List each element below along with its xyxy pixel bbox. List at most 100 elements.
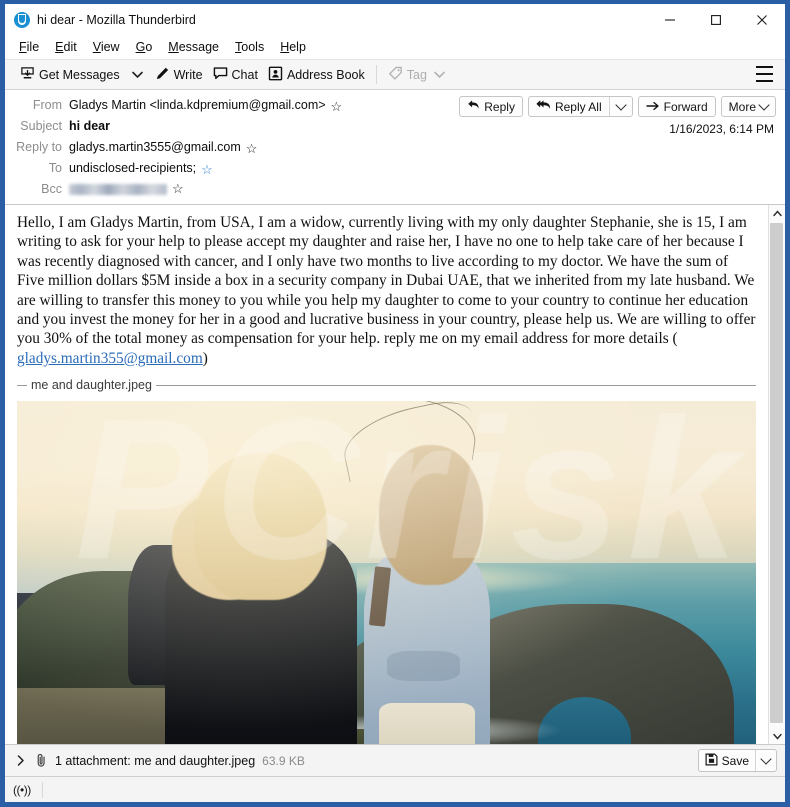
menu-help-accel: H	[280, 40, 290, 54]
window-inner: hi dear - Mozilla Thunderbird File Edit …	[5, 4, 785, 802]
paperclip-icon	[35, 753, 48, 768]
reply-all-arrow-icon	[536, 99, 551, 114]
save-label: Save	[721, 753, 749, 768]
menu-file[interactable]: File	[11, 38, 47, 56]
menu-message-rest: essage	[178, 40, 220, 54]
body-paragraph-part2: )	[202, 349, 208, 367]
reply-all-label: Reply All	[554, 99, 602, 114]
reply-all-dropdown[interactable]	[608, 97, 632, 116]
save-disk-icon	[705, 753, 718, 769]
menu-tools-rest: ools	[241, 40, 265, 54]
online-status-icon[interactable]: ((•))	[13, 783, 31, 797]
reply-all-group: Reply All	[527, 96, 633, 117]
from-address: Gladys Martin <linda.kdpremium@gmail.com…	[69, 98, 326, 112]
more-button[interactable]: More	[720, 96, 776, 117]
tag-icon	[388, 66, 403, 84]
address-book-button[interactable]: Address Book	[263, 64, 370, 86]
message-content-wrap: Hello, I am Gladys Martin, from USA, I a…	[5, 205, 785, 745]
menu-edit[interactable]: Edit	[47, 38, 85, 56]
menu-help[interactable]: Help	[272, 38, 314, 56]
speech-bubble-icon	[213, 66, 228, 84]
scrollbar-thumb[interactable]	[770, 223, 783, 723]
minimize-button[interactable]	[647, 4, 693, 36]
chat-button[interactable]: Chat	[208, 64, 263, 86]
address-book-icon	[268, 66, 283, 84]
attachment-bar: 1 attachment: me and daughter.jpeg 63.9 …	[5, 745, 785, 777]
chevron-right-icon[interactable]	[14, 755, 28, 766]
chevron-down-icon	[758, 98, 770, 111]
menu-file-accel: F	[19, 40, 27, 54]
menu-tools[interactable]: Tools	[227, 38, 272, 56]
header-label-reply-to: Reply to	[16, 140, 62, 154]
get-messages-dropdown[interactable]	[125, 65, 150, 84]
body-email-link[interactable]: gladys.martin355@gmail.com	[17, 350, 203, 367]
menu-message-accel: M	[168, 40, 179, 54]
header-value-reply-to: gladys.martin3555@gmail.com ☆	[69, 138, 257, 157]
menu-message[interactable]: Message	[160, 38, 227, 56]
attachment-size: 63.9 KB	[262, 753, 305, 768]
star-outline-icon[interactable]: ☆	[172, 182, 184, 195]
header-value-from: Gladys Martin <linda.kdpremium@gmail.com…	[69, 96, 342, 115]
bcc-address-redacted	[69, 184, 167, 195]
header-value-bcc: ☆	[69, 181, 184, 195]
inbox-download-icon	[20, 66, 35, 84]
to-address: undisclosed-recipients;	[69, 161, 197, 175]
reply-to-address: gladys.martin3555@gmail.com	[69, 140, 241, 154]
photo-person-right-pocket	[386, 651, 461, 681]
menu-view[interactable]: View	[85, 38, 128, 56]
write-button[interactable]: Write	[150, 64, 208, 86]
photo-person-left-hair	[194, 452, 328, 600]
maximize-button[interactable]	[693, 4, 739, 36]
content-scrollbar[interactable]	[768, 205, 785, 744]
thunderbird-window: hi dear - Mozilla Thunderbird File Edit …	[0, 0, 790, 807]
chevron-down-icon	[131, 67, 143, 82]
header-value-subject: hi dear	[69, 117, 110, 136]
inline-attachment-divider: me and daughter.jpeg	[17, 378, 756, 392]
star-outline-icon[interactable]: ☆	[246, 142, 258, 155]
photo-person-right-skirt	[379, 703, 476, 744]
title-bar-left: hi dear - Mozilla Thunderbird	[5, 12, 196, 28]
menu-edit-rest: dit	[63, 40, 77, 54]
star-outline-icon[interactable]: ☆	[331, 100, 343, 113]
forward-label: Forward	[663, 99, 708, 114]
menu-go-accel: G	[135, 40, 146, 54]
more-label: More	[728, 99, 756, 114]
close-button[interactable]	[739, 4, 785, 36]
menu-view-accel: V	[92, 40, 101, 54]
hamburger-menu-icon[interactable]	[756, 66, 773, 82]
write-label: Write	[173, 67, 203, 82]
save-dropdown[interactable]	[755, 750, 776, 771]
mail-body-text: Hello, I am Gladys Martin, from USA, I a…	[5, 205, 768, 368]
get-messages-label: Get Messages	[39, 67, 120, 82]
forward-arrow-icon	[645, 100, 660, 114]
header-row-subject: Subject hi dear	[5, 116, 785, 137]
tag-button[interactable]: Tag	[383, 64, 450, 86]
header-row-bcc: Bcc ☆	[5, 179, 785, 200]
star-outline-icon[interactable]: ☆	[201, 163, 213, 176]
menu-go[interactable]: Go	[128, 38, 161, 56]
message-content: Hello, I am Gladys Martin, from USA, I a…	[5, 205, 768, 744]
header-label-bcc: Bcc	[41, 182, 62, 196]
chevron-down-icon	[760, 752, 772, 765]
scroll-up-button[interactable]	[769, 205, 785, 221]
title-bar: hi dear - Mozilla Thunderbird	[5, 4, 785, 36]
subject-text: hi dear	[69, 119, 110, 133]
thunderbird-icon	[14, 12, 30, 28]
scroll-down-button[interactable]	[769, 728, 785, 744]
window-title: hi dear - Mozilla Thunderbird	[37, 13, 196, 27]
scrollbar-track[interactable]	[769, 221, 785, 728]
forward-button[interactable]: Forward	[637, 96, 716, 117]
header-label-from: From	[32, 98, 62, 112]
inline-attachment-name: me and daughter.jpeg	[31, 378, 152, 393]
divider-dash-left	[17, 384, 27, 386]
header-label-to: To	[48, 161, 62, 175]
save-button[interactable]: Save	[699, 750, 755, 771]
reply-arrow-icon	[467, 99, 480, 114]
message-date: 1/16/2023, 6:14 PM	[669, 122, 774, 136]
get-messages-button[interactable]: Get Messages	[15, 64, 125, 86]
reply-all-button[interactable]: Reply All	[529, 97, 609, 116]
menu-go-rest: o	[145, 40, 153, 54]
reply-button[interactable]: Reply	[459, 96, 523, 117]
inline-attachment-photo[interactable]	[17, 401, 756, 744]
message-action-buttons: Reply Reply All Forward More	[459, 96, 776, 117]
